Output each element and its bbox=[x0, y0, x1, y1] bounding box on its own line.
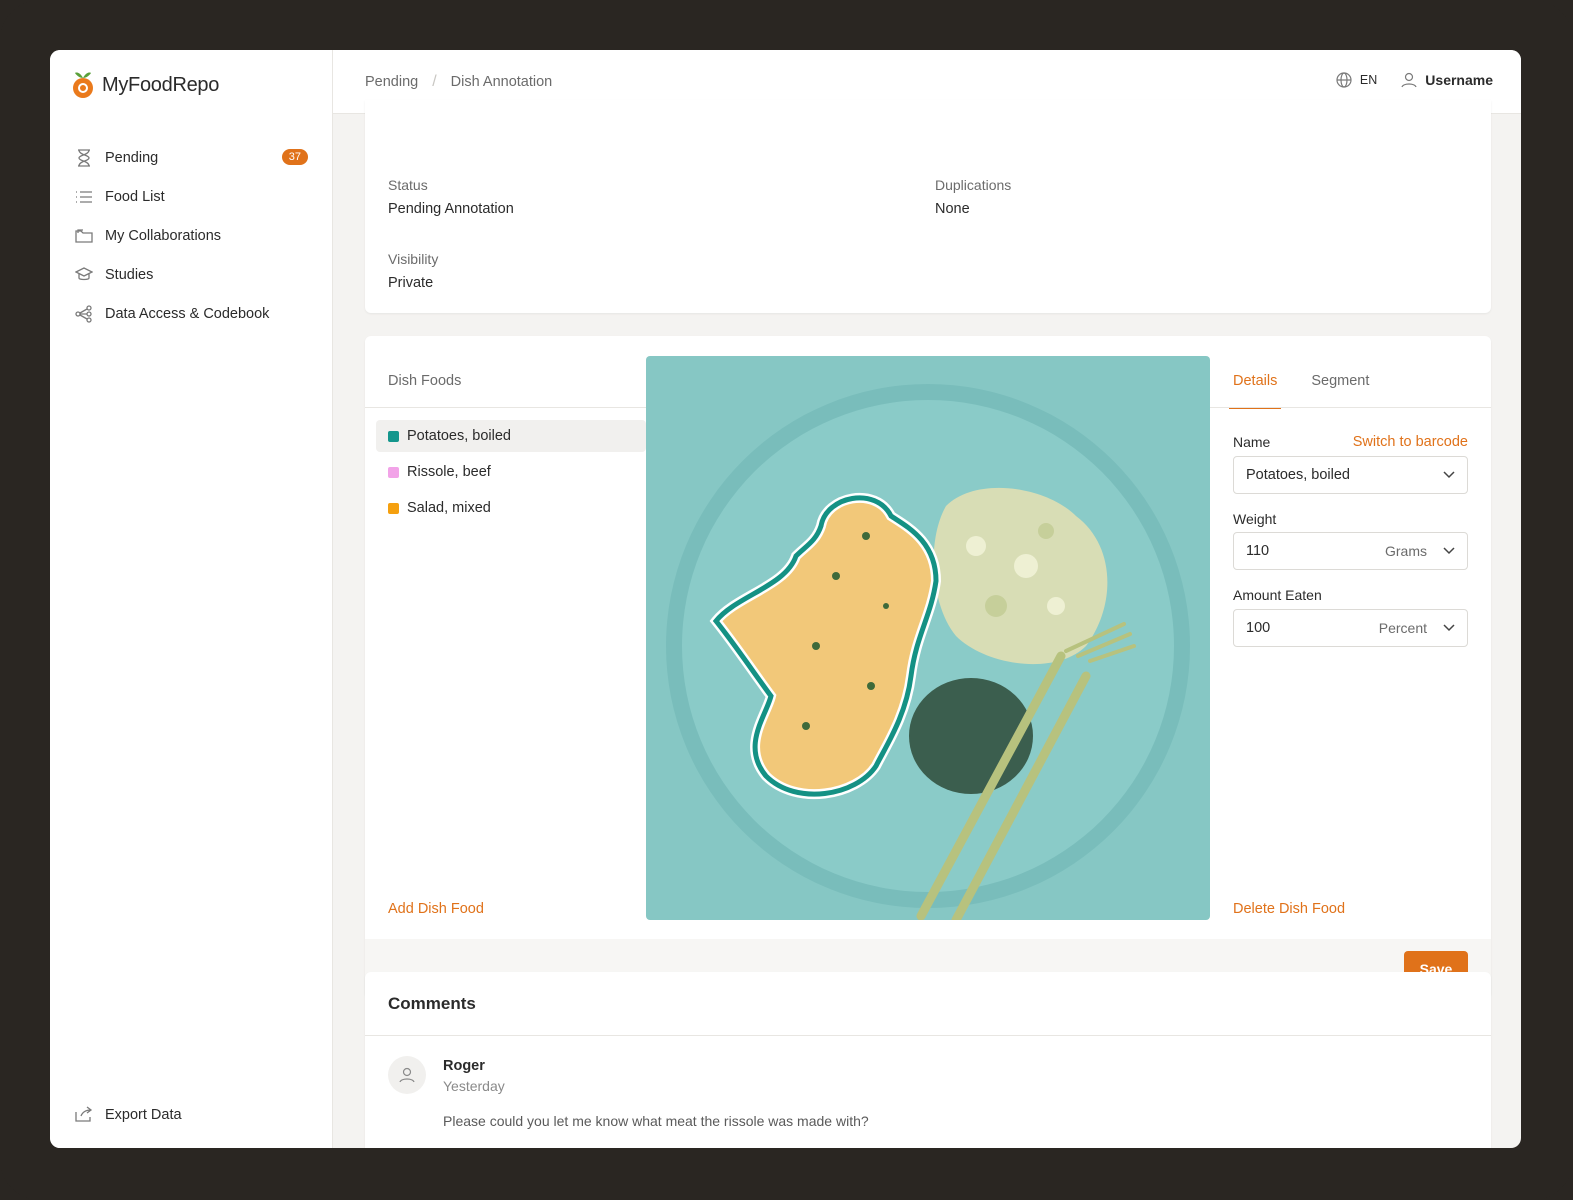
dish-food-label: Potatoes, boiled bbox=[407, 428, 511, 444]
sidebar-item-label: Pending bbox=[105, 149, 159, 166]
amount-eaten-unit[interactable]: Percent bbox=[1379, 620, 1427, 636]
name-label: Name bbox=[1233, 434, 1271, 450]
pending-count-badge: 37 bbox=[281, 149, 308, 165]
comment-author: Roger bbox=[443, 1058, 485, 1074]
tab-details[interactable]: Details bbox=[1228, 373, 1282, 409]
breadcrumb-pending[interactable]: Pending bbox=[365, 74, 418, 90]
user-menu[interactable]: Username bbox=[1401, 72, 1493, 88]
divider bbox=[1210, 407, 1491, 408]
chevron-down-icon[interactable] bbox=[1443, 624, 1455, 632]
graduation-cap-icon bbox=[75, 266, 93, 284]
comments-card: Comments Roger Yesterday Please could yo… bbox=[365, 972, 1491, 1148]
color-swatch bbox=[388, 502, 399, 514]
dish-photo[interactable] bbox=[646, 356, 1210, 920]
share-nodes-icon bbox=[75, 304, 93, 323]
app-logo[interactable]: MyFoodRepo bbox=[72, 70, 219, 100]
dish-foods-title: Dish Foods bbox=[388, 373, 462, 389]
sidebar: MyFoodRepo Pending 37 Food List My Colla… bbox=[50, 50, 333, 1148]
status-label: Status bbox=[388, 177, 428, 193]
chevron-down-icon bbox=[1443, 471, 1455, 479]
duplications-label: Duplications bbox=[935, 177, 1012, 193]
sidebar-item-studies[interactable]: Studies bbox=[50, 255, 332, 294]
dish-food-label: Rissole, beef bbox=[407, 464, 491, 480]
user-icon bbox=[1401, 72, 1417, 88]
username: Username bbox=[1425, 72, 1493, 88]
status-value: Pending Annotation bbox=[388, 201, 514, 217]
food-name-value: Potatoes, boiled bbox=[1246, 467, 1350, 483]
orange-logo-icon bbox=[73, 72, 93, 98]
app-name: MyFoodRepo bbox=[102, 73, 220, 96]
amount-eaten-label: Amount Eaten bbox=[1233, 587, 1322, 603]
amount-eaten-field[interactable]: 100 Percent bbox=[1233, 609, 1468, 647]
language-switcher[interactable]: EN bbox=[1336, 72, 1377, 88]
weight-label: Weight bbox=[1233, 511, 1277, 527]
export-data-button[interactable]: Export Data bbox=[75, 1106, 182, 1124]
weight-unit[interactable]: Grams bbox=[1385, 543, 1427, 559]
duplications-value: None bbox=[935, 201, 970, 217]
list-icon bbox=[75, 188, 93, 206]
visibility-value: Private bbox=[388, 275, 434, 291]
dish-food-item[interactable]: Potatoes, boiled bbox=[376, 420, 646, 452]
language-code: EN bbox=[1359, 73, 1378, 87]
dish-info-card: Status Pending Annotation Duplications N… bbox=[365, 100, 1491, 313]
device-frame: MyFoodRepo Pending 37 Food List My Colla… bbox=[0, 0, 1573, 1200]
sidebar-item-label: Studies bbox=[105, 266, 154, 283]
divider bbox=[365, 407, 647, 408]
breadcrumb: Pending / Dish Annotation bbox=[365, 73, 552, 91]
food-name-select[interactable]: Potatoes, boiled bbox=[1233, 456, 1468, 494]
dish-annotation-card: Dish Foods Potatoes, boiled Rissole, bee… bbox=[365, 336, 1491, 998]
amount-eaten-value[interactable]: 100 bbox=[1246, 620, 1379, 636]
breadcrumb-dish-annotation: Dish Annotation bbox=[450, 74, 553, 90]
folder-icon bbox=[75, 227, 93, 245]
switch-to-barcode-link[interactable]: Switch to barcode bbox=[1353, 434, 1468, 450]
chevron-down-icon[interactable] bbox=[1443, 547, 1455, 555]
details-tabs: Details Segment bbox=[1228, 373, 1369, 409]
color-swatch bbox=[388, 466, 399, 478]
sidebar-item-label: Data Access & Codebook bbox=[105, 305, 270, 322]
breadcrumb-separator: / bbox=[432, 73, 437, 90]
color-swatch bbox=[388, 430, 399, 442]
hourglass-icon bbox=[75, 148, 93, 167]
export-icon bbox=[75, 1106, 93, 1124]
sidebar-nav: Pending 37 Food List My Collaborations S… bbox=[50, 138, 332, 333]
divider bbox=[365, 1035, 1491, 1036]
sidebar-item-pending[interactable]: Pending 37 bbox=[50, 138, 332, 177]
dish-food-item[interactable]: Rissole, beef bbox=[376, 456, 646, 488]
comment-time: Yesterday bbox=[443, 1078, 505, 1094]
topbar-actions: EN Username bbox=[1336, 72, 1493, 88]
weight-field[interactable]: 110 Grams bbox=[1233, 532, 1468, 570]
sidebar-item-label: My Collaborations bbox=[105, 227, 222, 244]
sidebar-item-label: Food List bbox=[105, 188, 165, 205]
visibility-label: Visibility bbox=[388, 251, 439, 267]
dish-food-item[interactable]: Salad, mixed bbox=[376, 492, 646, 524]
dish-food-label: Salad, mixed bbox=[407, 500, 491, 516]
app-window: MyFoodRepo Pending 37 Food List My Colla… bbox=[50, 50, 1521, 1148]
sidebar-item-my-collaborations[interactable]: My Collaborations bbox=[50, 216, 332, 255]
tab-segment[interactable]: Segment bbox=[1311, 373, 1369, 389]
sidebar-item-food-list[interactable]: Food List bbox=[50, 177, 332, 216]
comment-text: Please could you let me know what meat t… bbox=[443, 1113, 869, 1129]
comments-title: Comments bbox=[388, 994, 476, 1013]
delete-dish-food-link[interactable]: Delete Dish Food bbox=[1233, 901, 1345, 917]
globe-icon bbox=[1336, 72, 1352, 88]
avatar bbox=[388, 1056, 426, 1094]
sidebar-item-data-access[interactable]: Data Access & Codebook bbox=[50, 294, 332, 333]
user-icon bbox=[399, 1067, 415, 1083]
export-data-label: Export Data bbox=[105, 1107, 182, 1123]
food-details-panel: Details Segment Name Switch to barcode P… bbox=[1210, 336, 1491, 936]
add-dish-food-link[interactable]: Add Dish Food bbox=[388, 901, 484, 917]
weight-value[interactable]: 110 bbox=[1246, 543, 1385, 559]
